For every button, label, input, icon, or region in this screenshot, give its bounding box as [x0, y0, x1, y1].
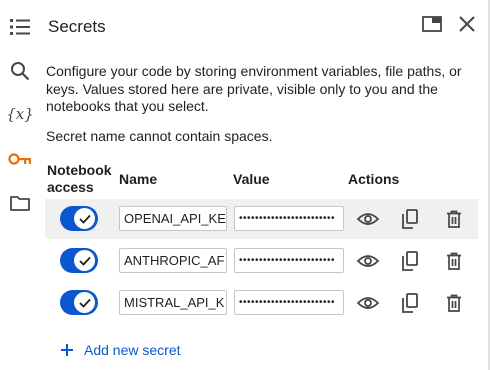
- open-in-tab-icon[interactable]: [420, 12, 444, 36]
- add-new-secret-label: Add new secret: [84, 342, 181, 358]
- panel-title: Secrets: [48, 17, 106, 36]
- visibility-icon[interactable]: [356, 207, 380, 231]
- table-row: OPENAI_API_KE ••••••••••••••••••••••••: [45, 199, 478, 239]
- secret-value-input[interactable]: ••••••••••••••••••••••••: [234, 206, 344, 231]
- search-icon[interactable]: [8, 59, 32, 83]
- add-new-secret-button[interactable]: Add new secret: [60, 342, 181, 358]
- header-actions: Actions: [348, 171, 400, 187]
- copy-icon[interactable]: [398, 249, 422, 273]
- panel-description: Configure your code by storing environme…: [46, 63, 462, 114]
- variables-icon[interactable]: {x}: [6, 102, 34, 126]
- delete-icon[interactable]: [442, 291, 466, 315]
- secret-name-input[interactable]: OPENAI_API_KE: [119, 206, 227, 231]
- check-icon: [74, 208, 95, 229]
- notebook-access-toggle[interactable]: [60, 290, 98, 315]
- notebook-access-toggle[interactable]: [60, 248, 98, 273]
- close-icon[interactable]: [455, 12, 479, 36]
- delete-icon[interactable]: [442, 207, 466, 231]
- table-row: MISTRAL_API_K ••••••••••••••••••••••••: [45, 283, 478, 323]
- header-value: Value: [233, 171, 270, 187]
- plus-icon: [61, 344, 73, 356]
- secret-value-input[interactable]: ••••••••••••••••••••••••: [234, 290, 344, 315]
- variables-glyph: {x}: [6, 105, 34, 123]
- naming-note: Secret name cannot contain spaces.: [46, 128, 273, 144]
- delete-icon[interactable]: [442, 249, 466, 273]
- header-name: Name: [119, 171, 158, 187]
- header-notebook-access: Notebook access: [47, 162, 112, 195]
- folder-icon[interactable]: [8, 191, 32, 215]
- visibility-icon[interactable]: [356, 249, 380, 273]
- visibility-icon[interactable]: [356, 291, 380, 315]
- copy-icon[interactable]: [398, 207, 422, 231]
- table-row: ANTHROPIC_AF ••••••••••••••••••••••••: [45, 241, 478, 281]
- copy-icon[interactable]: [398, 291, 422, 315]
- check-icon: [74, 292, 95, 313]
- secrets-panel: Secrets Configure your code by storing e…: [40, 0, 490, 370]
- check-icon: [74, 250, 95, 271]
- list-icon[interactable]: [8, 15, 32, 39]
- left-sidebar: {x}: [0, 0, 40, 370]
- notebook-access-toggle[interactable]: [60, 206, 98, 231]
- secret-name-input[interactable]: MISTRAL_API_K: [119, 290, 227, 315]
- secret-value-input[interactable]: ••••••••••••••••••••••••: [234, 248, 344, 273]
- key-icon[interactable]: [8, 147, 32, 171]
- secret-name-input[interactable]: ANTHROPIC_AF: [119, 248, 227, 273]
